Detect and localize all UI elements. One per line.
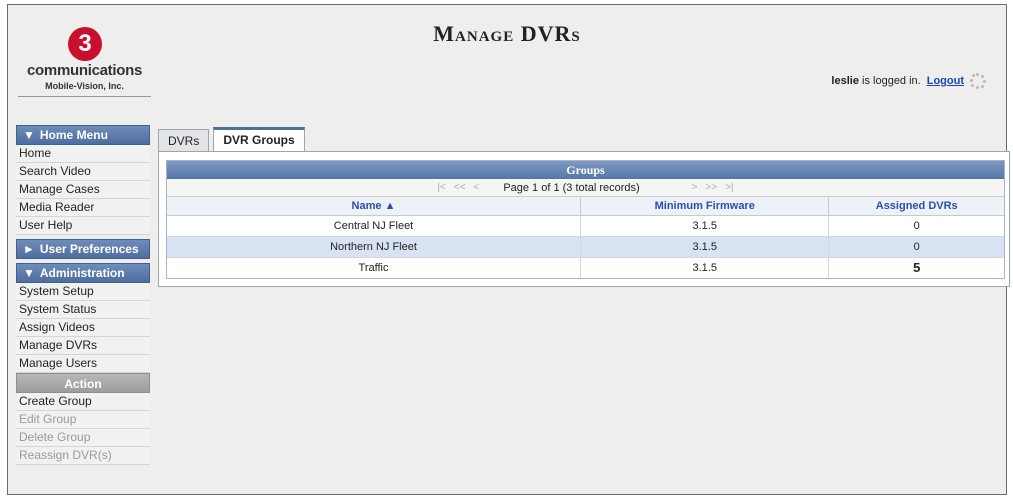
login-status-text: is logged in. — [862, 75, 921, 87]
pager: |< << < Page 1 of 1 (3 total records) > … — [167, 179, 1004, 197]
caret-down-icon: ▼ — [23, 266, 35, 280]
action-create-group[interactable]: Create Group — [16, 393, 150, 411]
logo-divider — [18, 96, 151, 97]
administration-header[interactable]: ▼ Administration — [16, 263, 150, 283]
table-row[interactable]: Traffic 3.1.5 5 — [167, 258, 1004, 278]
column-header-min-firmware[interactable]: Minimum Firmware — [581, 197, 830, 215]
cell-assigned: 0 — [913, 220, 920, 232]
sidebar-item-user-help[interactable]: User Help — [16, 217, 150, 235]
logo-subtitle: Mobile-Vision, Inc. — [45, 81, 124, 91]
prev-page-icon[interactable]: < — [469, 182, 483, 193]
home-menu-header[interactable]: ▼ Home Menu — [16, 125, 150, 145]
sidebar-item-search-video[interactable]: Search Video — [16, 163, 150, 181]
tab-bar: DVRs DVR Groups — [158, 127, 305, 151]
sidebar: ▼ Home Menu Home Search Video Manage Cas… — [16, 125, 150, 465]
sidebar-item-manage-users[interactable]: Manage Users — [16, 355, 150, 373]
action-delete-group: Delete Group — [16, 429, 150, 447]
logo-wordmark: communications — [27, 62, 142, 79]
caret-down-icon: ▼ — [23, 128, 35, 142]
action-header: Action — [16, 373, 150, 393]
fast-forward-icon[interactable]: >> — [702, 182, 722, 193]
action-reassign-dvrs: Reassign DVR(s) — [16, 447, 150, 465]
rewind-icon[interactable]: << — [450, 182, 470, 193]
column-header-name[interactable]: Name ▲ — [167, 197, 582, 215]
sidebar-item-assign-videos[interactable]: Assign Videos — [16, 319, 150, 337]
sidebar-item-home[interactable]: Home — [16, 145, 150, 163]
first-page-icon[interactable]: |< — [433, 182, 449, 193]
login-status: leslie is logged in. Logout — [831, 73, 986, 89]
cell-name: Northern NJ Fleet — [167, 237, 582, 257]
groups-table: Groups |< << < Page 1 of 1 (3 total reco… — [166, 160, 1005, 279]
cell-firmware: 3.1.5 — [581, 216, 830, 236]
sidebar-item-system-setup[interactable]: System Setup — [16, 283, 150, 301]
table-header: Name ▲ Minimum Firmware Assigned DVRs — [167, 197, 1004, 216]
sidebar-item-system-status[interactable]: System Status — [16, 301, 150, 319]
pager-info: Page 1 of 1 (3 total records) — [503, 181, 640, 194]
tab-dvrs[interactable]: DVRs — [158, 129, 210, 151]
cell-name: Traffic — [167, 258, 582, 278]
app-frame: 3 communications Mobile-Vision, Inc. Man… — [7, 4, 1010, 495]
action-edit-group: Edit Group — [16, 411, 150, 429]
cell-assigned: 5 — [913, 260, 921, 275]
table-row[interactable]: Central NJ Fleet 3.1.5 0 — [167, 216, 1004, 237]
tab-panel: Groups |< << < Page 1 of 1 (3 total reco… — [158, 151, 1010, 287]
table-row[interactable]: Northern NJ Fleet 3.1.5 0 — [167, 237, 1004, 258]
cell-firmware: 3.1.5 — [581, 258, 830, 278]
logged-in-user: leslie — [831, 75, 859, 87]
cell-firmware: 3.1.5 — [581, 237, 830, 257]
column-header-assigned-dvrs[interactable]: Assigned DVRs — [829, 197, 1004, 215]
next-page-icon[interactable]: > — [688, 182, 702, 193]
page-title: Manage DVRs — [433, 21, 581, 46]
last-page-icon[interactable]: >| — [721, 182, 737, 193]
loading-spinner-icon — [970, 73, 986, 89]
sidebar-item-manage-cases[interactable]: Manage Cases — [16, 181, 150, 199]
logout-link[interactable]: Logout — [927, 75, 964, 87]
table-title: Groups — [167, 161, 1004, 179]
caret-right-icon: ► — [23, 242, 35, 256]
cell-assigned: 0 — [913, 241, 920, 253]
tab-dvr-groups[interactable]: DVR Groups — [213, 127, 305, 151]
cell-name: Central NJ Fleet — [167, 216, 582, 236]
sidebar-item-media-reader[interactable]: Media Reader — [16, 199, 150, 217]
user-preferences-header[interactable]: ► User Preferences — [16, 239, 150, 259]
sidebar-item-manage-dvrs[interactable]: Manage DVRs — [16, 337, 150, 355]
